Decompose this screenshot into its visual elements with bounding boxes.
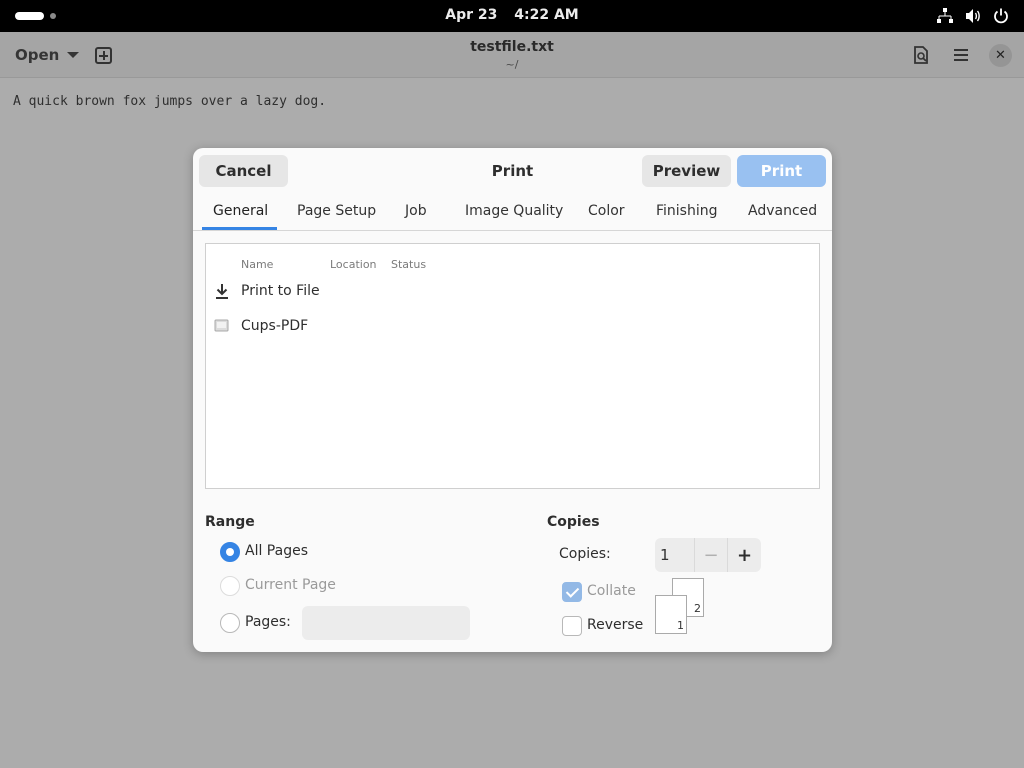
sheet-number: 2 bbox=[694, 602, 701, 615]
top-bar: Apr 23 4:22 AM bbox=[0, 0, 1024, 32]
volume-icon bbox=[964, 7, 982, 25]
download-icon bbox=[214, 283, 230, 299]
clock-time: 4:22 AM bbox=[514, 7, 579, 23]
column-header-name[interactable]: Name bbox=[241, 258, 273, 271]
tab-page-setup[interactable]: Page Setup bbox=[297, 203, 376, 219]
column-header-location[interactable]: Location bbox=[330, 258, 377, 271]
collate-checkbox bbox=[562, 582, 582, 602]
tab-bar: General Page Setup Job Image Quality Col… bbox=[193, 196, 832, 231]
system-tray[interactable] bbox=[936, 7, 1010, 25]
window-subtitle: ~/ bbox=[505, 58, 519, 71]
range-section-title: Range bbox=[205, 514, 255, 530]
printer-name: Print to File bbox=[241, 283, 320, 299]
clock-date: Apr 23 bbox=[445, 7, 498, 23]
reverse-label[interactable]: Reverse bbox=[587, 617, 643, 633]
printer-name: Cups-PDF bbox=[241, 318, 309, 334]
copies-value[interactable]: 1 bbox=[660, 546, 670, 564]
tab-image-quality[interactable]: Image Quality bbox=[465, 203, 563, 219]
increment-button[interactable]: + bbox=[727, 538, 761, 572]
tab-color[interactable]: Color bbox=[588, 203, 625, 219]
pages-label[interactable]: Pages: bbox=[245, 614, 291, 630]
pages-radio[interactable] bbox=[220, 613, 240, 633]
printer-icon bbox=[214, 318, 230, 334]
active-tab-indicator bbox=[202, 227, 277, 230]
tab-job[interactable]: Job bbox=[405, 203, 427, 219]
document-search-icon[interactable] bbox=[911, 45, 931, 65]
print-dialog: Cancel Print Preview Print General Page … bbox=[193, 148, 832, 652]
all-pages-label[interactable]: All Pages bbox=[245, 543, 308, 559]
power-icon bbox=[992, 7, 1010, 25]
copies-stepper: 1 − + bbox=[655, 538, 761, 572]
window-title: testfile.txt bbox=[470, 39, 554, 55]
decrement-button[interactable]: − bbox=[694, 538, 727, 572]
collate-sheet-front: 1 bbox=[655, 595, 687, 634]
copies-section-title: Copies bbox=[547, 514, 600, 530]
current-page-label: Current Page bbox=[245, 577, 336, 593]
current-page-radio bbox=[220, 576, 240, 596]
pages-input[interactable] bbox=[302, 606, 470, 640]
tab-general[interactable]: General bbox=[213, 203, 268, 219]
printer-list[interactable]: Name Location Status Print to File Cups-… bbox=[205, 243, 820, 489]
all-pages-radio[interactable] bbox=[220, 542, 240, 562]
copies-label: Copies: bbox=[559, 546, 611, 562]
menu-icon[interactable] bbox=[951, 45, 971, 65]
tab-finishing[interactable]: Finishing bbox=[656, 203, 718, 219]
close-icon[interactable]: ✕ bbox=[989, 44, 1012, 67]
network-icon bbox=[936, 7, 954, 25]
tab-advanced[interactable]: Advanced bbox=[748, 203, 817, 219]
preview-button[interactable]: Preview bbox=[642, 155, 731, 187]
clock[interactable]: Apr 23 4:22 AM bbox=[0, 7, 1024, 23]
printer-row-print-to-file[interactable]: Print to File bbox=[206, 276, 819, 308]
reverse-checkbox[interactable] bbox=[562, 616, 582, 636]
column-header-status[interactable]: Status bbox=[391, 258, 426, 271]
print-button[interactable]: Print bbox=[737, 155, 826, 187]
sheet-number: 1 bbox=[677, 619, 684, 632]
collate-label: Collate bbox=[587, 583, 636, 599]
document-content[interactable]: A quick brown fox jumps over a lazy dog. bbox=[13, 94, 326, 109]
printer-row-cups-pdf[interactable]: Cups-PDF bbox=[206, 311, 819, 343]
editor-header-bar: Open testfile.txt ~/ ✕ bbox=[0, 32, 1024, 78]
